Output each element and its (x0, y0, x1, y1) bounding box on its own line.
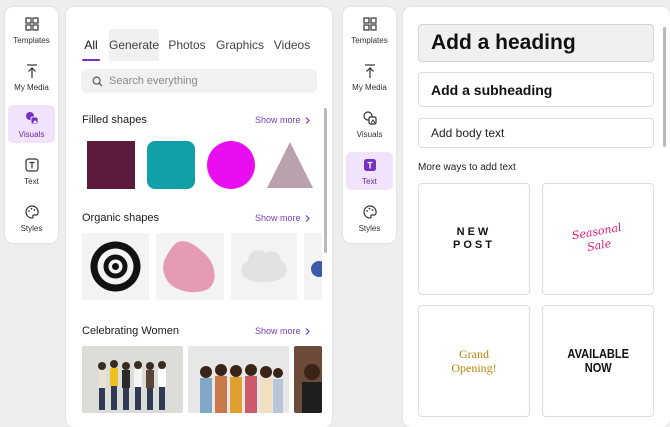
partial-shape-graphic (311, 261, 322, 277)
photo-thumbnail[interactable] (82, 346, 183, 413)
text-template-seasonal-sale[interactable]: Seasonal Sale (542, 183, 654, 295)
more-ways-title: More ways to add text (418, 162, 516, 173)
show-more-label: Show more (255, 326, 301, 336)
templates-icon (362, 16, 377, 31)
rail-item-label: My Media (352, 82, 387, 92)
section-title-filled-shapes: Filled shapes (82, 114, 147, 126)
text-template-available-now[interactable]: AVAILABLE NOW (542, 305, 654, 417)
templates-icon (24, 16, 39, 31)
palette-icon (24, 204, 39, 219)
search-input[interactable] (109, 75, 299, 87)
spiral-graphic (90, 241, 141, 292)
rail-item-templates[interactable]: Templates (8, 11, 55, 49)
smiling-women-photo (188, 346, 289, 413)
rail-item-label: Styles (358, 223, 381, 233)
text-icon (363, 158, 376, 171)
text-panel: Add a heading Add a subheading Add body … (403, 7, 670, 427)
partial-photo (294, 346, 322, 413)
rail-item-visuals[interactable]: Visuals (346, 105, 393, 143)
template-text: Seasonal Sale (570, 220, 623, 254)
subheading-label: Add a subheading (431, 81, 553, 98)
cloud-graphic (241, 250, 287, 283)
rail-item-styles[interactable]: Styles (346, 199, 393, 237)
shape-circle[interactable] (207, 141, 255, 189)
show-more-label: Show more (255, 115, 301, 125)
visuals-panel: All Generate Photos Graphics Videos Fill… (66, 7, 332, 427)
tab-videos[interactable]: Videos (273, 29, 311, 61)
rail-item-my-media[interactable]: My Media (8, 58, 55, 96)
template-text: AVAILABLE NOW (567, 346, 629, 375)
blob-graphic (163, 241, 215, 293)
show-more-label: Show more (255, 213, 301, 223)
add-body-text-button[interactable]: Add body text (418, 118, 654, 148)
add-heading-button[interactable]: Add a heading (418, 24, 654, 62)
photo-thumbnail[interactable] (294, 346, 322, 413)
template-text: Grand Opening! (451, 347, 497, 375)
rail-item-label: Text (24, 176, 39, 186)
show-more-filled-shapes[interactable]: Show more (255, 115, 310, 125)
rail-item-styles[interactable]: Styles (8, 199, 55, 237)
shape-rounded-square[interactable] (147, 141, 195, 189)
right-side-rail: Templates My Media Visuals Text Styles (343, 7, 396, 243)
organic-shape-partial[interactable] (304, 233, 322, 300)
chevron-right-icon (305, 116, 310, 124)
palette-icon (362, 204, 377, 219)
left-side-rail: Templates My Media Visuals Text Styles (5, 7, 58, 243)
scrollbar[interactable] (663, 27, 666, 147)
rail-item-text[interactable]: Text (8, 152, 55, 190)
template-text: NEW POST (453, 226, 495, 251)
chevron-right-icon (305, 327, 310, 335)
upload-icon (26, 63, 37, 78)
scrollbar[interactable] (324, 108, 327, 253)
visuals-icon (25, 111, 38, 124)
rail-item-label: Styles (20, 223, 43, 233)
show-more-celebrating-women[interactable]: Show more (255, 326, 310, 336)
rail-item-templates[interactable]: Templates (346, 11, 393, 49)
tab-generate[interactable]: Generate (109, 29, 159, 61)
text-icon (24, 157, 39, 172)
rail-item-label: My Media (14, 82, 49, 92)
organic-shape-blob[interactable] (156, 233, 224, 300)
shape-triangle[interactable] (266, 141, 314, 189)
organic-shape-spiral[interactable] (82, 233, 149, 300)
photo-thumbnail[interactable] (188, 346, 289, 413)
rail-item-label: Templates (13, 35, 50, 45)
rail-item-label: Visuals (18, 129, 45, 139)
rail-item-label: Text (362, 176, 377, 186)
tab-graphics[interactable]: Graphics (216, 29, 264, 61)
tab-all[interactable]: All (82, 29, 100, 61)
heading-label: Add a heading (431, 31, 576, 54)
organic-shape-cloud[interactable] (231, 233, 297, 300)
chevron-right-icon (305, 214, 310, 222)
rail-item-label: Visuals (356, 129, 383, 139)
body-text-label: Add body text (431, 126, 505, 140)
section-title-organic-shapes: Organic shapes (82, 212, 160, 224)
add-subheading-button[interactable]: Add a subheading (418, 72, 654, 107)
section-title-celebrating-women: Celebrating Women (82, 325, 180, 337)
rail-item-text[interactable]: Text (346, 152, 393, 190)
rail-item-label: Templates (351, 35, 388, 45)
rail-item-my-media[interactable]: My Media (346, 58, 393, 96)
shape-square[interactable] (87, 141, 135, 189)
search-bar[interactable] (81, 69, 317, 93)
visuals-icon (362, 110, 377, 125)
text-template-grand-opening[interactable]: Grand Opening! (418, 305, 530, 417)
show-more-organic-shapes[interactable]: Show more (255, 213, 310, 223)
search-icon (92, 76, 103, 87)
rail-item-visuals[interactable]: Visuals (8, 105, 55, 143)
upload-icon (364, 63, 375, 78)
group-of-women-photo (82, 346, 183, 413)
tab-photos[interactable]: Photos (168, 29, 206, 61)
text-template-new-post[interactable]: NEW POST (418, 183, 530, 295)
